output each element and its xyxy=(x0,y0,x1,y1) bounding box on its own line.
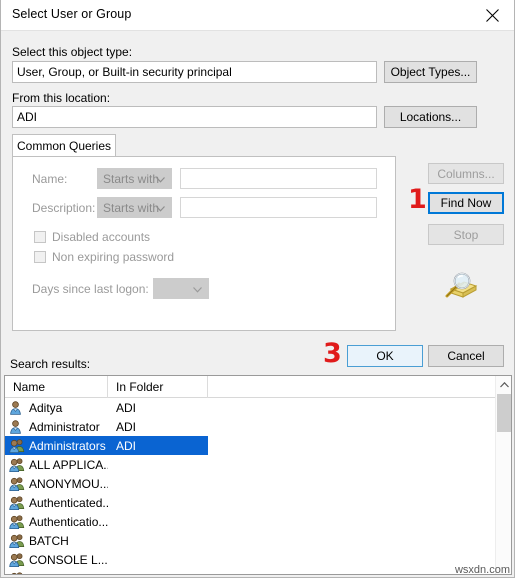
table-row[interactable]: Aditya ADI xyxy=(5,398,511,417)
days-since-last-logon-combo[interactable] xyxy=(153,278,209,299)
column-header-name[interactable]: Name xyxy=(5,376,108,398)
disabled-accounts-label: Disabled accounts xyxy=(52,230,151,244)
stop-button: Stop xyxy=(428,224,504,245)
location-label: From this location: xyxy=(12,91,111,105)
locations-button[interactable]: Locations... xyxy=(384,106,477,128)
scrollbar-thumb[interactable] xyxy=(497,394,511,432)
result-name-cell: ALL APPLICA... xyxy=(5,457,108,473)
object-type-field[interactable]: User, Group, or Built-in security princi… xyxy=(12,61,377,83)
description-condition-value: Starts with xyxy=(103,200,160,215)
result-name-text: CONSOLE L... xyxy=(29,552,108,567)
result-folder-cell: ADI xyxy=(116,438,137,453)
listview-header: Name In Folder xyxy=(5,376,511,398)
search-results-label: Search results: xyxy=(10,357,91,371)
table-row[interactable]: ALL APPLICA... xyxy=(5,455,511,474)
group-icon xyxy=(9,476,25,491)
result-name-text: ALL APPLICA... xyxy=(29,457,108,472)
result-name-text: Administrator xyxy=(29,419,100,434)
result-name-text: Authenticatio... xyxy=(29,514,108,529)
disabled-accounts-checkbox[interactable]: Disabled accounts xyxy=(34,230,150,244)
user-icon xyxy=(10,419,21,434)
result-name-text: Authenticated... xyxy=(29,495,108,510)
group-icon xyxy=(9,514,25,529)
chevron-down-icon xyxy=(193,282,202,296)
table-row[interactable]: Authenticatio... xyxy=(5,512,511,531)
find-now-button[interactable]: Find Now xyxy=(428,192,504,214)
result-name-cell: Authenticatio... xyxy=(5,514,108,530)
common-queries-panel: Name: Starts with Description: Starts wi… xyxy=(12,156,396,331)
checkbox-box xyxy=(34,251,46,263)
table-row[interactable]: CONSOLE L... xyxy=(5,550,511,569)
location-field[interactable]: ADI xyxy=(12,106,377,128)
table-row[interactable]: ANONYMOU... xyxy=(5,474,511,493)
name-condition-value: Starts with xyxy=(103,171,160,186)
tab-strip: Common Queries xyxy=(12,134,116,157)
non-expiring-password-label: Non expiring password xyxy=(52,250,175,264)
annotation-3: 3 xyxy=(323,338,342,369)
tab-common-queries[interactable]: Common Queries xyxy=(12,134,116,157)
scroll-up-icon[interactable] xyxy=(496,376,511,393)
result-name-cell: Administrators xyxy=(5,438,108,454)
dialog-title: Select User or Group xyxy=(12,7,132,21)
search-results-listview[interactable]: Name In Folder Aditya ADI Administrator ADI… xyxy=(4,375,512,575)
table-row[interactable]: Administrator ADI xyxy=(5,417,511,436)
watermark: wsxdn.com xyxy=(454,564,510,576)
user-icon xyxy=(10,400,21,415)
description-condition-combo[interactable]: Starts with xyxy=(97,197,172,218)
table-row[interactable]: Authenticated... xyxy=(5,493,511,512)
result-name-cell: CREATOR G... xyxy=(5,571,108,575)
group-icon xyxy=(9,533,25,548)
group-icon xyxy=(9,457,25,472)
result-name-text: ANONYMOU... xyxy=(29,476,108,491)
result-name-cell: BATCH xyxy=(5,533,108,549)
table-row[interactable]: CREATOR G... xyxy=(5,569,511,575)
group-icon xyxy=(9,552,25,567)
result-name-text: CREATOR G... xyxy=(29,572,108,575)
chevron-down-icon xyxy=(156,172,165,186)
object-types-button[interactable]: Object Types... xyxy=(384,61,477,83)
checkbox-box xyxy=(34,231,46,243)
column-header-in-folder[interactable]: In Folder xyxy=(108,376,208,398)
title-bar: Select User or Group xyxy=(1,0,514,31)
group-icon xyxy=(11,571,23,574)
listview-body: Aditya ADI Administrator ADI Administrators A… xyxy=(5,398,511,575)
annotation-1: 1 xyxy=(408,184,427,215)
result-name-cell: CONSOLE L... xyxy=(5,552,108,568)
description-value-input[interactable] xyxy=(180,197,377,218)
result-folder-cell: ADI xyxy=(116,419,137,434)
close-icon[interactable] xyxy=(470,0,514,30)
non-expiring-password-checkbox[interactable]: Non expiring password xyxy=(34,250,174,264)
result-folder-cell: ADI xyxy=(116,400,137,415)
name-label: Name: xyxy=(32,172,68,186)
column-header-blank[interactable] xyxy=(208,376,496,398)
ok-button[interactable]: OK xyxy=(347,345,423,367)
chevron-down-icon xyxy=(156,201,165,215)
group-icon xyxy=(9,438,25,453)
result-name-cell: ANONYMOU... xyxy=(5,476,108,492)
days-since-last-logon-label: Days since last logon: xyxy=(32,282,149,296)
result-name-text: Administrators xyxy=(29,438,106,453)
select-user-or-group-dialog: Select User or Group Select this object … xyxy=(0,0,515,578)
vertical-scrollbar[interactable] xyxy=(495,376,511,574)
result-name-text: Aditya xyxy=(29,400,63,415)
description-label: Description: xyxy=(32,201,96,215)
columns-button: Columns... xyxy=(428,163,504,184)
result-name-cell: Authenticated... xyxy=(5,495,108,511)
cancel-button[interactable]: Cancel xyxy=(428,345,504,367)
result-name-cell: Aditya xyxy=(5,400,108,416)
group-icon xyxy=(9,495,25,510)
search-magnifier-icon xyxy=(442,272,478,302)
result-name-text: BATCH xyxy=(29,533,69,548)
table-row[interactable]: BATCH xyxy=(5,531,511,550)
name-value-input[interactable] xyxy=(180,168,377,189)
selected-result-row[interactable]: Administrators ADI xyxy=(5,436,208,455)
name-condition-combo[interactable]: Starts with xyxy=(97,168,172,189)
result-name-cell: Administrator xyxy=(5,419,108,435)
object-type-label: Select this object type: xyxy=(12,45,133,59)
